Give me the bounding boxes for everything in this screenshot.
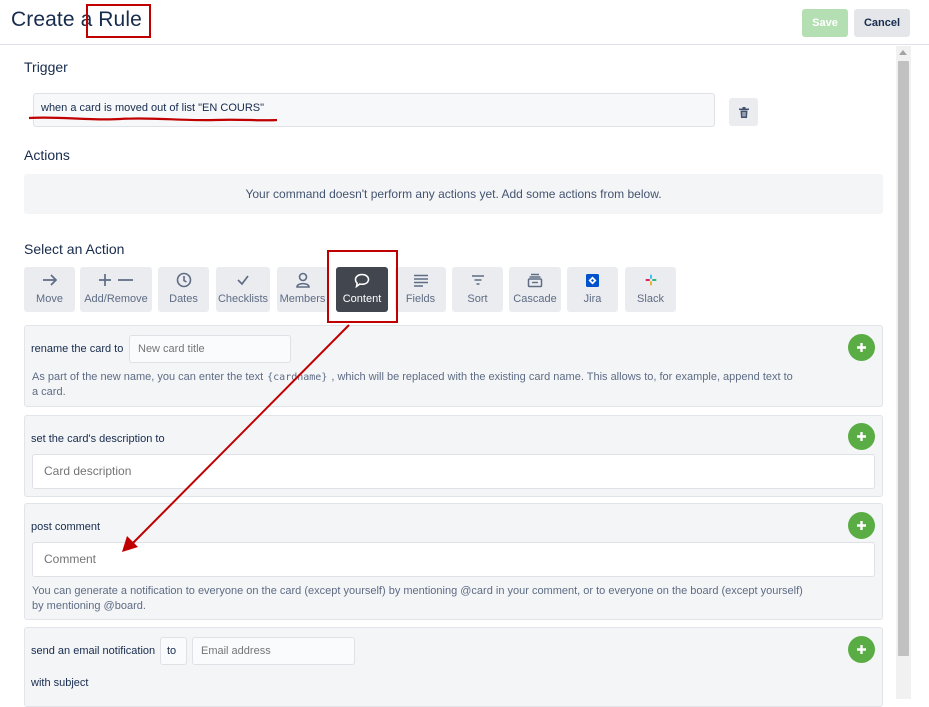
add-email-action-button[interactable] [848, 636, 875, 663]
tab-label: Add/Remove [84, 293, 148, 305]
trash-icon [738, 106, 749, 118]
help-text-part: by mentioning @board. [32, 600, 146, 612]
plus-icon [857, 521, 866, 530]
plus-icon [857, 432, 866, 441]
email-notification-card-action: send an email notification to with subje… [24, 627, 883, 707]
help-text-part: a card. [32, 386, 66, 398]
help-text-part: , which will be replaced with the existi… [331, 371, 793, 383]
description-label: set the card's description to [31, 433, 165, 445]
post-comment-label: post comment [31, 521, 101, 533]
tab-label: Fields [405, 293, 436, 305]
tab-label: Dates [169, 293, 198, 305]
tab-slack[interactable]: Slack [625, 267, 676, 312]
help-text-part: As part of the new name, you can enter t… [32, 371, 264, 383]
tab-label: Checklists [217, 293, 269, 305]
post-comment-card-action: post comment You can generate a notifica… [24, 503, 883, 620]
trigger-heading: Trigger [24, 59, 68, 75]
delete-trigger-button[interactable] [729, 98, 758, 126]
lines-icon [412, 271, 430, 289]
actions-heading: Actions [24, 147, 70, 163]
email-notification-label: send an email notification [31, 645, 156, 657]
add-rename-action-button[interactable] [848, 334, 875, 361]
tab-sort[interactable]: Sort [452, 267, 503, 312]
trigger-field[interactable]: when a card is moved out of list "EN COU… [33, 93, 715, 127]
plus-icon [857, 343, 866, 352]
add-description-action-button[interactable] [848, 423, 875, 450]
tab-label: Slack [637, 293, 664, 305]
scrollbar-thumb[interactable] [898, 61, 909, 656]
plus-icon [857, 645, 866, 654]
tab-move[interactable]: Move [24, 267, 75, 312]
email-to-select[interactable]: to [160, 637, 187, 665]
check-icon [234, 271, 252, 289]
description-card-action: set the card's description to [24, 415, 883, 497]
tab-fields[interactable]: Fields [395, 267, 446, 312]
comment-help-text: You can generate a notification to every… [32, 584, 877, 614]
annotation-rectangle [327, 250, 398, 323]
tab-label: Cascade [513, 293, 557, 305]
annotation-rectangle [86, 4, 151, 38]
rename-label: rename the card to [31, 343, 124, 355]
cancel-button[interactable]: Cancel [854, 9, 910, 37]
tab-jira[interactable]: Jira [567, 267, 618, 312]
tab-dates[interactable]: Dates [158, 267, 209, 312]
tab-label: Sort [467, 293, 488, 305]
save-button[interactable]: Save [802, 9, 848, 37]
cardname-token: {cardname} [267, 372, 328, 383]
comment-input[interactable] [32, 542, 875, 577]
new-card-title-input[interactable] [129, 335, 291, 363]
scrollbar[interactable] [896, 46, 911, 699]
slack-icon [642, 271, 660, 289]
scroll-up-arrow-icon[interactable] [899, 50, 907, 55]
clock-icon [175, 271, 193, 289]
filter-icon [469, 271, 487, 289]
actions-empty-message: Your command doesn't perform any actions… [24, 174, 883, 214]
stack-icon [526, 271, 544, 289]
tab-checklists[interactable]: Checklists [216, 267, 270, 312]
plus-minus-icon [96, 271, 136, 289]
email-subject-label: with subject [31, 677, 89, 689]
jira-icon [584, 271, 602, 289]
add-comment-action-button[interactable] [848, 512, 875, 539]
arrow-right-icon [41, 271, 59, 289]
help-text-part: You can generate a notification to every… [32, 585, 803, 597]
rename-help-text: As part of the new name, you can enter t… [32, 370, 852, 400]
header: Create a Rule Save Cancel [0, 0, 929, 45]
email-address-input[interactable] [192, 637, 355, 665]
card-description-input[interactable] [32, 454, 875, 489]
tab-label: Jira [583, 293, 602, 305]
rename-card-action: rename the card to As part of the new na… [24, 325, 883, 407]
tab-add-remove[interactable]: Add/Remove [80, 267, 152, 312]
tab-members[interactable]: Members [277, 267, 328, 312]
person-icon [294, 271, 312, 289]
tab-label: Move [36, 293, 63, 305]
tab-cascade[interactable]: Cascade [509, 267, 561, 312]
tab-label: Members [279, 293, 326, 305]
select-action-heading: Select an Action [24, 241, 125, 257]
